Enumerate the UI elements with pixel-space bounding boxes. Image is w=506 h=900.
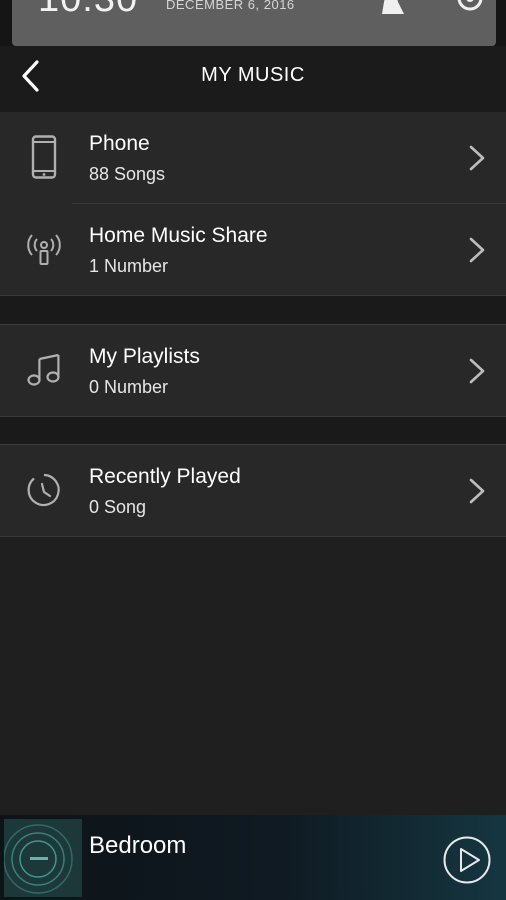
- list-item-subtitle: 88 Songs: [89, 164, 166, 184]
- list-item-title: Recently Played: [89, 465, 241, 488]
- play-circle-icon[interactable]: [442, 835, 492, 885]
- list-item-title: Home Music Share: [89, 224, 268, 247]
- section-recent: Recently Played 0 Song: [0, 445, 506, 536]
- music-note-icon: [24, 349, 64, 391]
- album-cover: [4, 819, 82, 897]
- status-bar: 10:30 DECEMBER 6, 2016: [0, 0, 506, 46]
- list-item-my-playlists[interactable]: My Playlists 0 Number: [0, 325, 506, 416]
- list-item-home-music-share[interactable]: Home Music Share 1 Number: [0, 204, 506, 295]
- section-gap: [0, 296, 506, 324]
- chevron-right-icon: [469, 237, 485, 263]
- section-playlists: My Playlists 0 Number: [0, 325, 506, 416]
- section-divider: [0, 536, 506, 537]
- chevron-right-icon: [469, 358, 485, 384]
- list-item-recently-played[interactable]: Recently Played 0 Song: [0, 445, 506, 536]
- clock-icon: [24, 469, 64, 511]
- section-sources: Phone 88 Songs Home Music Share 1 Number: [0, 112, 506, 296]
- list-item-subtitle: 0 Number: [89, 377, 169, 397]
- broom-icon[interactable]: [380, 0, 406, 14]
- status-date: DECEMBER 6, 2016: [166, 0, 295, 12]
- settings-gear-icon[interactable]: [456, 0, 484, 14]
- wireless-broadcast-icon: [24, 228, 64, 270]
- mini-player[interactable]: Bedroom: [0, 815, 506, 900]
- list-item-subtitle: 1 Number: [89, 256, 169, 276]
- list-item-subtitle: 0 Song: [89, 497, 147, 517]
- app-header: MY MUSIC: [0, 46, 506, 112]
- notification-panel: 10:30 DECEMBER 6, 2016: [12, 0, 496, 46]
- player-title: Bedroom: [89, 832, 187, 859]
- page-title: MY MUSIC: [201, 64, 305, 86]
- status-time: 10:30: [38, 0, 138, 21]
- chevron-right-icon: [469, 478, 485, 504]
- chevron-right-icon: [469, 145, 485, 171]
- phone-icon: [24, 135, 64, 179]
- section-gap: [0, 417, 506, 444]
- list-item-phone[interactable]: Phone 88 Songs: [0, 112, 506, 203]
- list-item-title: My Playlists: [89, 345, 200, 368]
- list-item-title: Phone: [89, 132, 150, 155]
